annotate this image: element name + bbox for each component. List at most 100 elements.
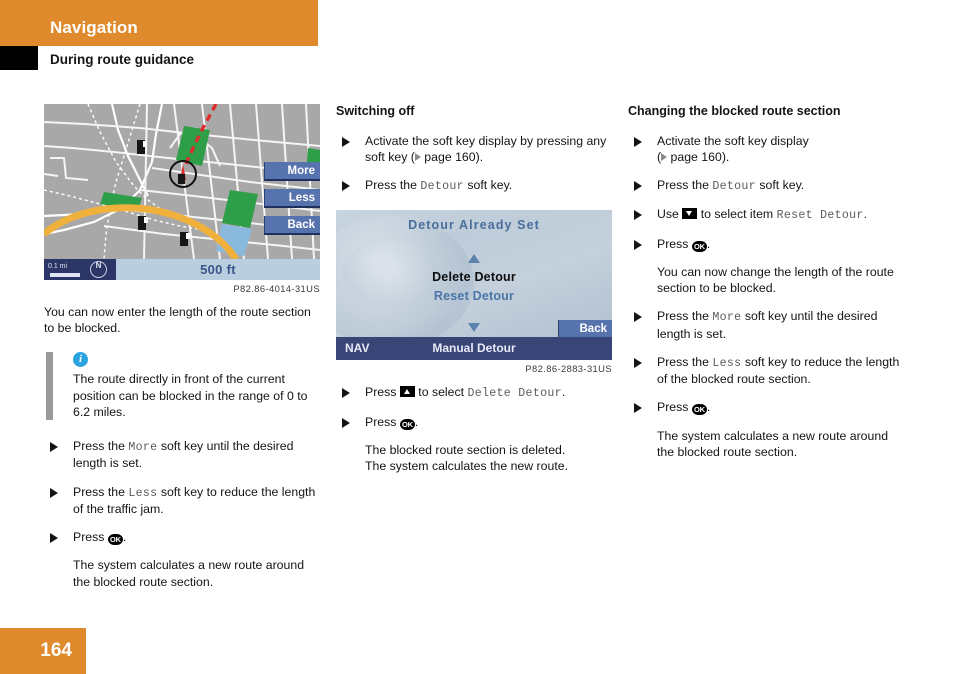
step-text-post: . (122, 530, 127, 545)
right-step-activate: Activate the soft key display( page 160)… (628, 133, 908, 165)
figure-navigation-map: More Less Back 0.1 mi 500 ft P82.86-4014… (44, 104, 320, 294)
screen-nav-bar: NAV Manual Detour (336, 337, 612, 361)
arrow-up-key-icon (399, 386, 415, 398)
softkey-more[interactable]: More (264, 162, 320, 181)
menu-item-reset-detour[interactable]: Reset Detour (336, 289, 612, 303)
menu-item-delete-detour[interactable]: Delete Detour (336, 270, 612, 284)
header-black-marker (0, 46, 38, 70)
step-text-pre: Press the (73, 439, 129, 454)
step-text-pre: Press the (73, 484, 129, 499)
step-text-pre: Activate the soft key display by pressin… (365, 133, 607, 164)
header-orange-bar (0, 0, 318, 46)
triangle-up-icon (468, 254, 480, 264)
page-title: Navigation (50, 18, 138, 37)
mid-step-activate: Activate the soft key display by pressin… (336, 133, 612, 165)
step-text-pre: Press (657, 400, 692, 415)
info-note-box: i The route directly in front of the cur… (44, 352, 320, 421)
left-step-less: Press the Less soft key to reduce the le… (44, 484, 320, 518)
step-text-mid: to select item (697, 207, 777, 222)
right-note-text: You can now change the length of the rou… (657, 264, 894, 296)
right-step-select-reset: Use to select item Reset Detour. (628, 206, 908, 223)
page-number-box: 164 (0, 628, 86, 674)
figure-caption-screen: P82.86-2883-31US (525, 363, 612, 375)
map-distance-readout: 500 ft (200, 262, 236, 277)
softkey-name-less: Less (128, 486, 158, 500)
heading-switching-off: Switching off (336, 104, 415, 118)
ok-key-icon: OK (691, 404, 707, 416)
step-text-post: . (561, 385, 566, 400)
step-text-post: . (706, 400, 711, 415)
bullet-triangle-icon (342, 136, 350, 147)
bullet-triangle-icon (50, 487, 58, 498)
bullet-triangle-icon (50, 442, 58, 453)
scroll-up-indicator[interactable] (336, 254, 612, 264)
softkey-less[interactable]: Less (264, 189, 320, 208)
bullet-triangle-icon (634, 357, 642, 368)
ok-key-icon: OK (691, 240, 707, 252)
bullet-triangle-icon (634, 403, 642, 414)
map-scale-label: 0.1 mi (48, 262, 68, 270)
step-text-post: . (414, 414, 419, 429)
softkey-name-more: More (128, 441, 158, 455)
bullet-triangle-icon (634, 239, 642, 250)
step-text-post: . (863, 207, 868, 222)
right-result-text: The system calculates a new route around… (657, 428, 889, 459)
column-left: More Less Back 0.1 mi 500 ft P82.86-4014… (44, 104, 320, 602)
step-text-mid: to select (414, 385, 468, 400)
mid-step-press-ok: Press OK. (336, 414, 612, 430)
softkey-name-less: Less (712, 356, 742, 370)
mid-result-line-2: The system calculates the new route. (365, 459, 568, 474)
step-text-pre: Press (657, 236, 692, 251)
step-text-pre: Use (657, 207, 683, 222)
step-text-pre: Press (365, 414, 400, 429)
step-text-pre: Press (73, 530, 108, 545)
step-text-pre: Press (365, 385, 400, 400)
note-text: The route directly in front of the curre… (73, 372, 308, 419)
bullet-triangle-icon (50, 533, 58, 544)
map-softkey-group[interactable]: More Less Back (264, 162, 320, 243)
right-step-less: Press the Less soft key to reduce the le… (628, 354, 908, 388)
step-text-pre: Press the (657, 354, 713, 369)
bullet-triangle-icon (634, 136, 642, 147)
left-result-text: The system calculates a new route around… (73, 558, 305, 589)
step-text-post: soft key. (755, 178, 805, 193)
page-reference: page 160). (667, 149, 730, 164)
map-status-bar: 0.1 mi 500 ft (44, 259, 320, 280)
triangle-down-icon (468, 323, 480, 333)
step-text-post: . (706, 236, 711, 251)
mid-result-block: The blocked route section is deleted. Th… (336, 442, 612, 474)
screen-title: Detour Already Set (408, 218, 540, 233)
column-middle: Switching off Activate the soft key disp… (336, 104, 612, 486)
nav-context-label: Manual Detour (432, 341, 516, 356)
section-subtitle: During route guidance (50, 52, 195, 67)
bullet-triangle-icon (342, 388, 350, 399)
menu-name-delete-detour: Delete Detour (467, 387, 562, 401)
step-text-post: soft key. (463, 178, 513, 193)
note-side-bar (46, 352, 53, 421)
compass-icon (90, 261, 107, 278)
bullet-triangle-icon (634, 210, 642, 221)
left-step-ok: Press OK. (44, 529, 320, 546)
figure-detour-screen: Detour Already Set Delete Detour Reset D… (336, 210, 612, 374)
bullet-triangle-icon (342, 181, 350, 192)
softkey-back[interactable]: Back (264, 216, 320, 235)
right-step-press-detour: Press the Detour soft key. (628, 177, 908, 194)
step-text-pre: Press the (365, 178, 421, 193)
step-text-pre: Activate the soft key display (657, 133, 809, 148)
right-step-press-ok-2: Press OK. (628, 399, 908, 416)
bullet-triangle-icon (634, 312, 642, 323)
right-step-more: Press the More soft key until the desire… (628, 308, 908, 342)
figure-caption-map: P82.86-4014-31US (233, 283, 320, 294)
menu-name-reset-detour: Reset Detour (776, 209, 864, 223)
ok-key-icon: OK (399, 418, 415, 430)
map-display: More Less Back (44, 104, 320, 259)
right-step-press-ok-1: Press OK. (628, 236, 908, 252)
arrow-down-key-icon (682, 208, 698, 220)
column-right: Changing the blocked route section Activ… (628, 104, 908, 472)
left-step-more: Press the More soft key until the desire… (44, 438, 320, 472)
map-scale-indicator: 0.1 mi (48, 263, 84, 277)
page-reference: page 160). (420, 149, 484, 164)
softkey-name-more: More (712, 311, 742, 325)
step-text-pre: Press the (657, 309, 713, 324)
bullet-triangle-icon (342, 417, 350, 428)
